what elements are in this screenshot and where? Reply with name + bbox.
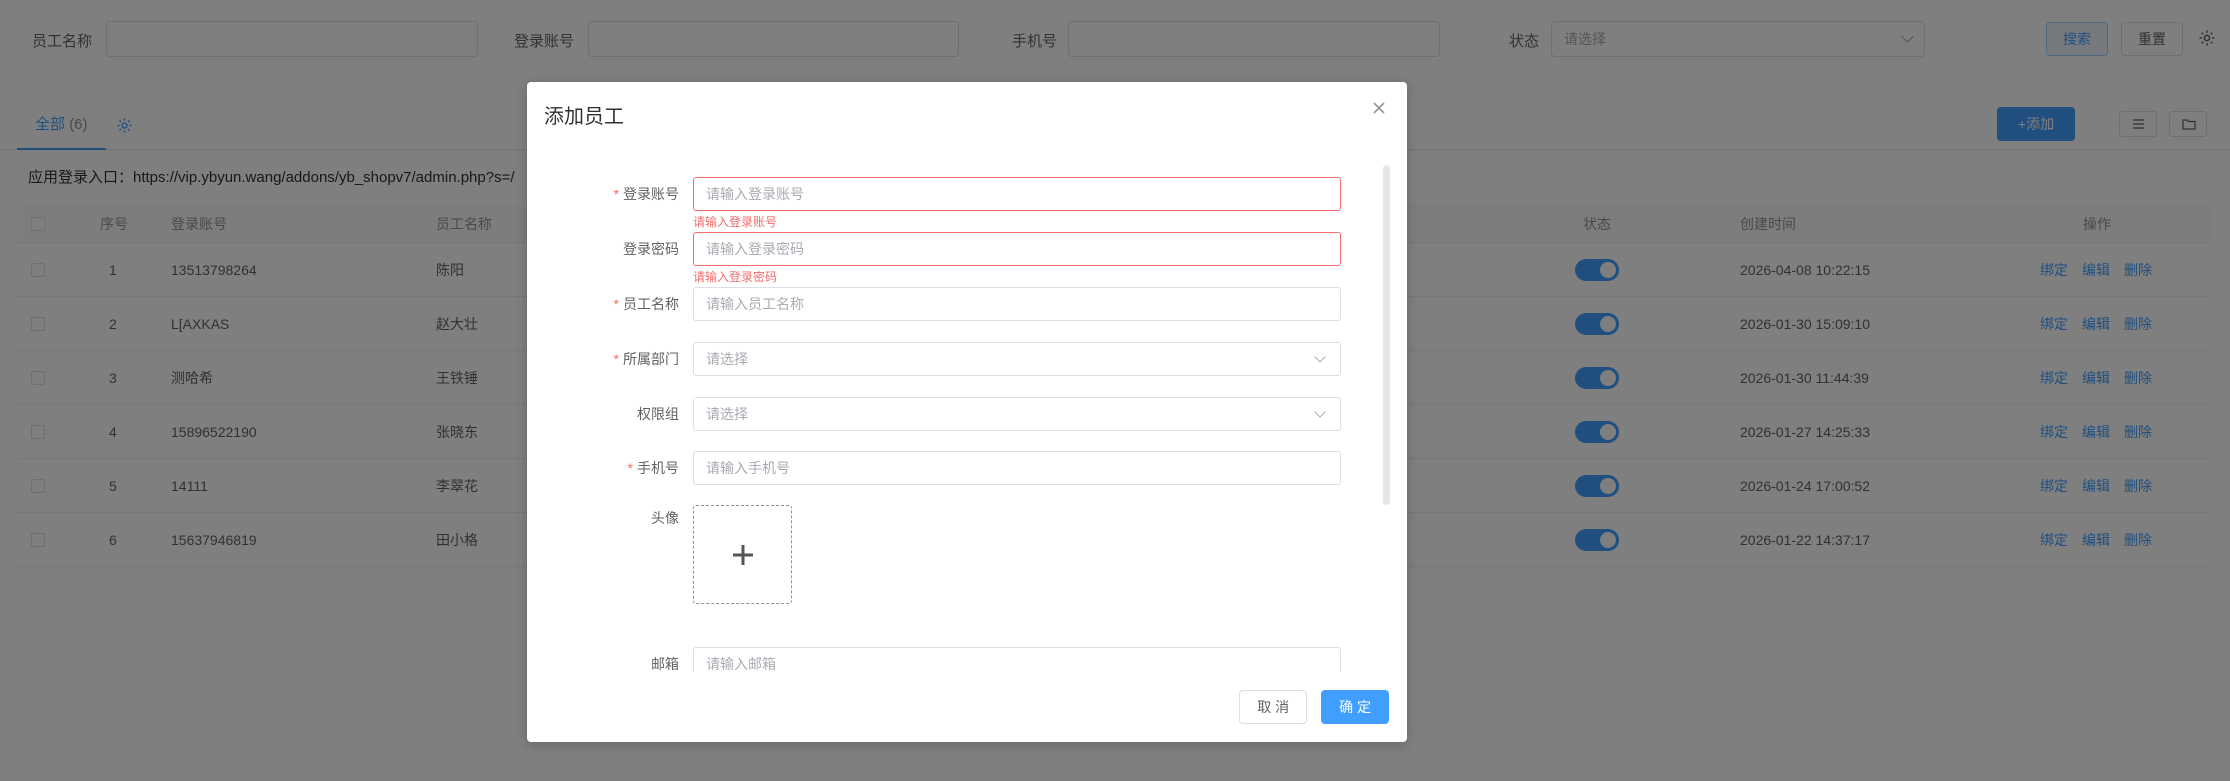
department-label: * 所属部门	[613, 351, 679, 367]
confirm-button[interactable]: 确 定	[1321, 690, 1389, 724]
password-error: 请输入登录密码	[693, 270, 778, 284]
password-label: 登录密码	[623, 241, 679, 257]
password-input[interactable]: 请输入登录密码	[693, 232, 1341, 266]
chevron-down-icon	[1314, 406, 1326, 418]
permission-select[interactable]: 请选择	[693, 397, 1341, 431]
avatar-label: 头像	[651, 510, 679, 526]
plus-icon	[732, 544, 753, 565]
name-label: * 员工名称	[613, 296, 679, 312]
chevron-down-icon	[1314, 351, 1326, 363]
add-employee-dialog: 添加员工 * 登录账号 请输入登录账号 请输入登录账号 登录密码 请输入登录密码 …	[527, 82, 1407, 742]
avatar-uploader[interactable]	[693, 505, 792, 604]
account-error: 请输入登录账号	[693, 215, 778, 229]
cancel-button[interactable]: 取 消	[1239, 690, 1308, 724]
permission-label: 权限组	[637, 406, 679, 422]
dialog-body: * 登录账号 请输入登录账号 请输入登录账号 登录密码 请输入登录密码 请输入登录…	[527, 142, 1407, 672]
email-label: 邮箱	[651, 656, 679, 672]
dialog-title: 添加员工	[544, 106, 624, 128]
account-input[interactable]: 请输入登录账号	[693, 177, 1341, 211]
close-icon[interactable]	[1369, 98, 1389, 118]
dialog-footer: 取 消 确 定	[1239, 690, 1389, 724]
account-label: * 登录账号	[613, 186, 679, 202]
email-input[interactable]: 请输入邮箱	[693, 647, 1341, 672]
name-input[interactable]: 请输入员工名称	[693, 287, 1341, 321]
phone-input[interactable]: 请输入手机号	[693, 451, 1341, 485]
dialog-scrollbar[interactable]	[1383, 165, 1390, 505]
department-select[interactable]: 请选择	[693, 342, 1341, 376]
phone-label: * 手机号	[627, 460, 679, 476]
